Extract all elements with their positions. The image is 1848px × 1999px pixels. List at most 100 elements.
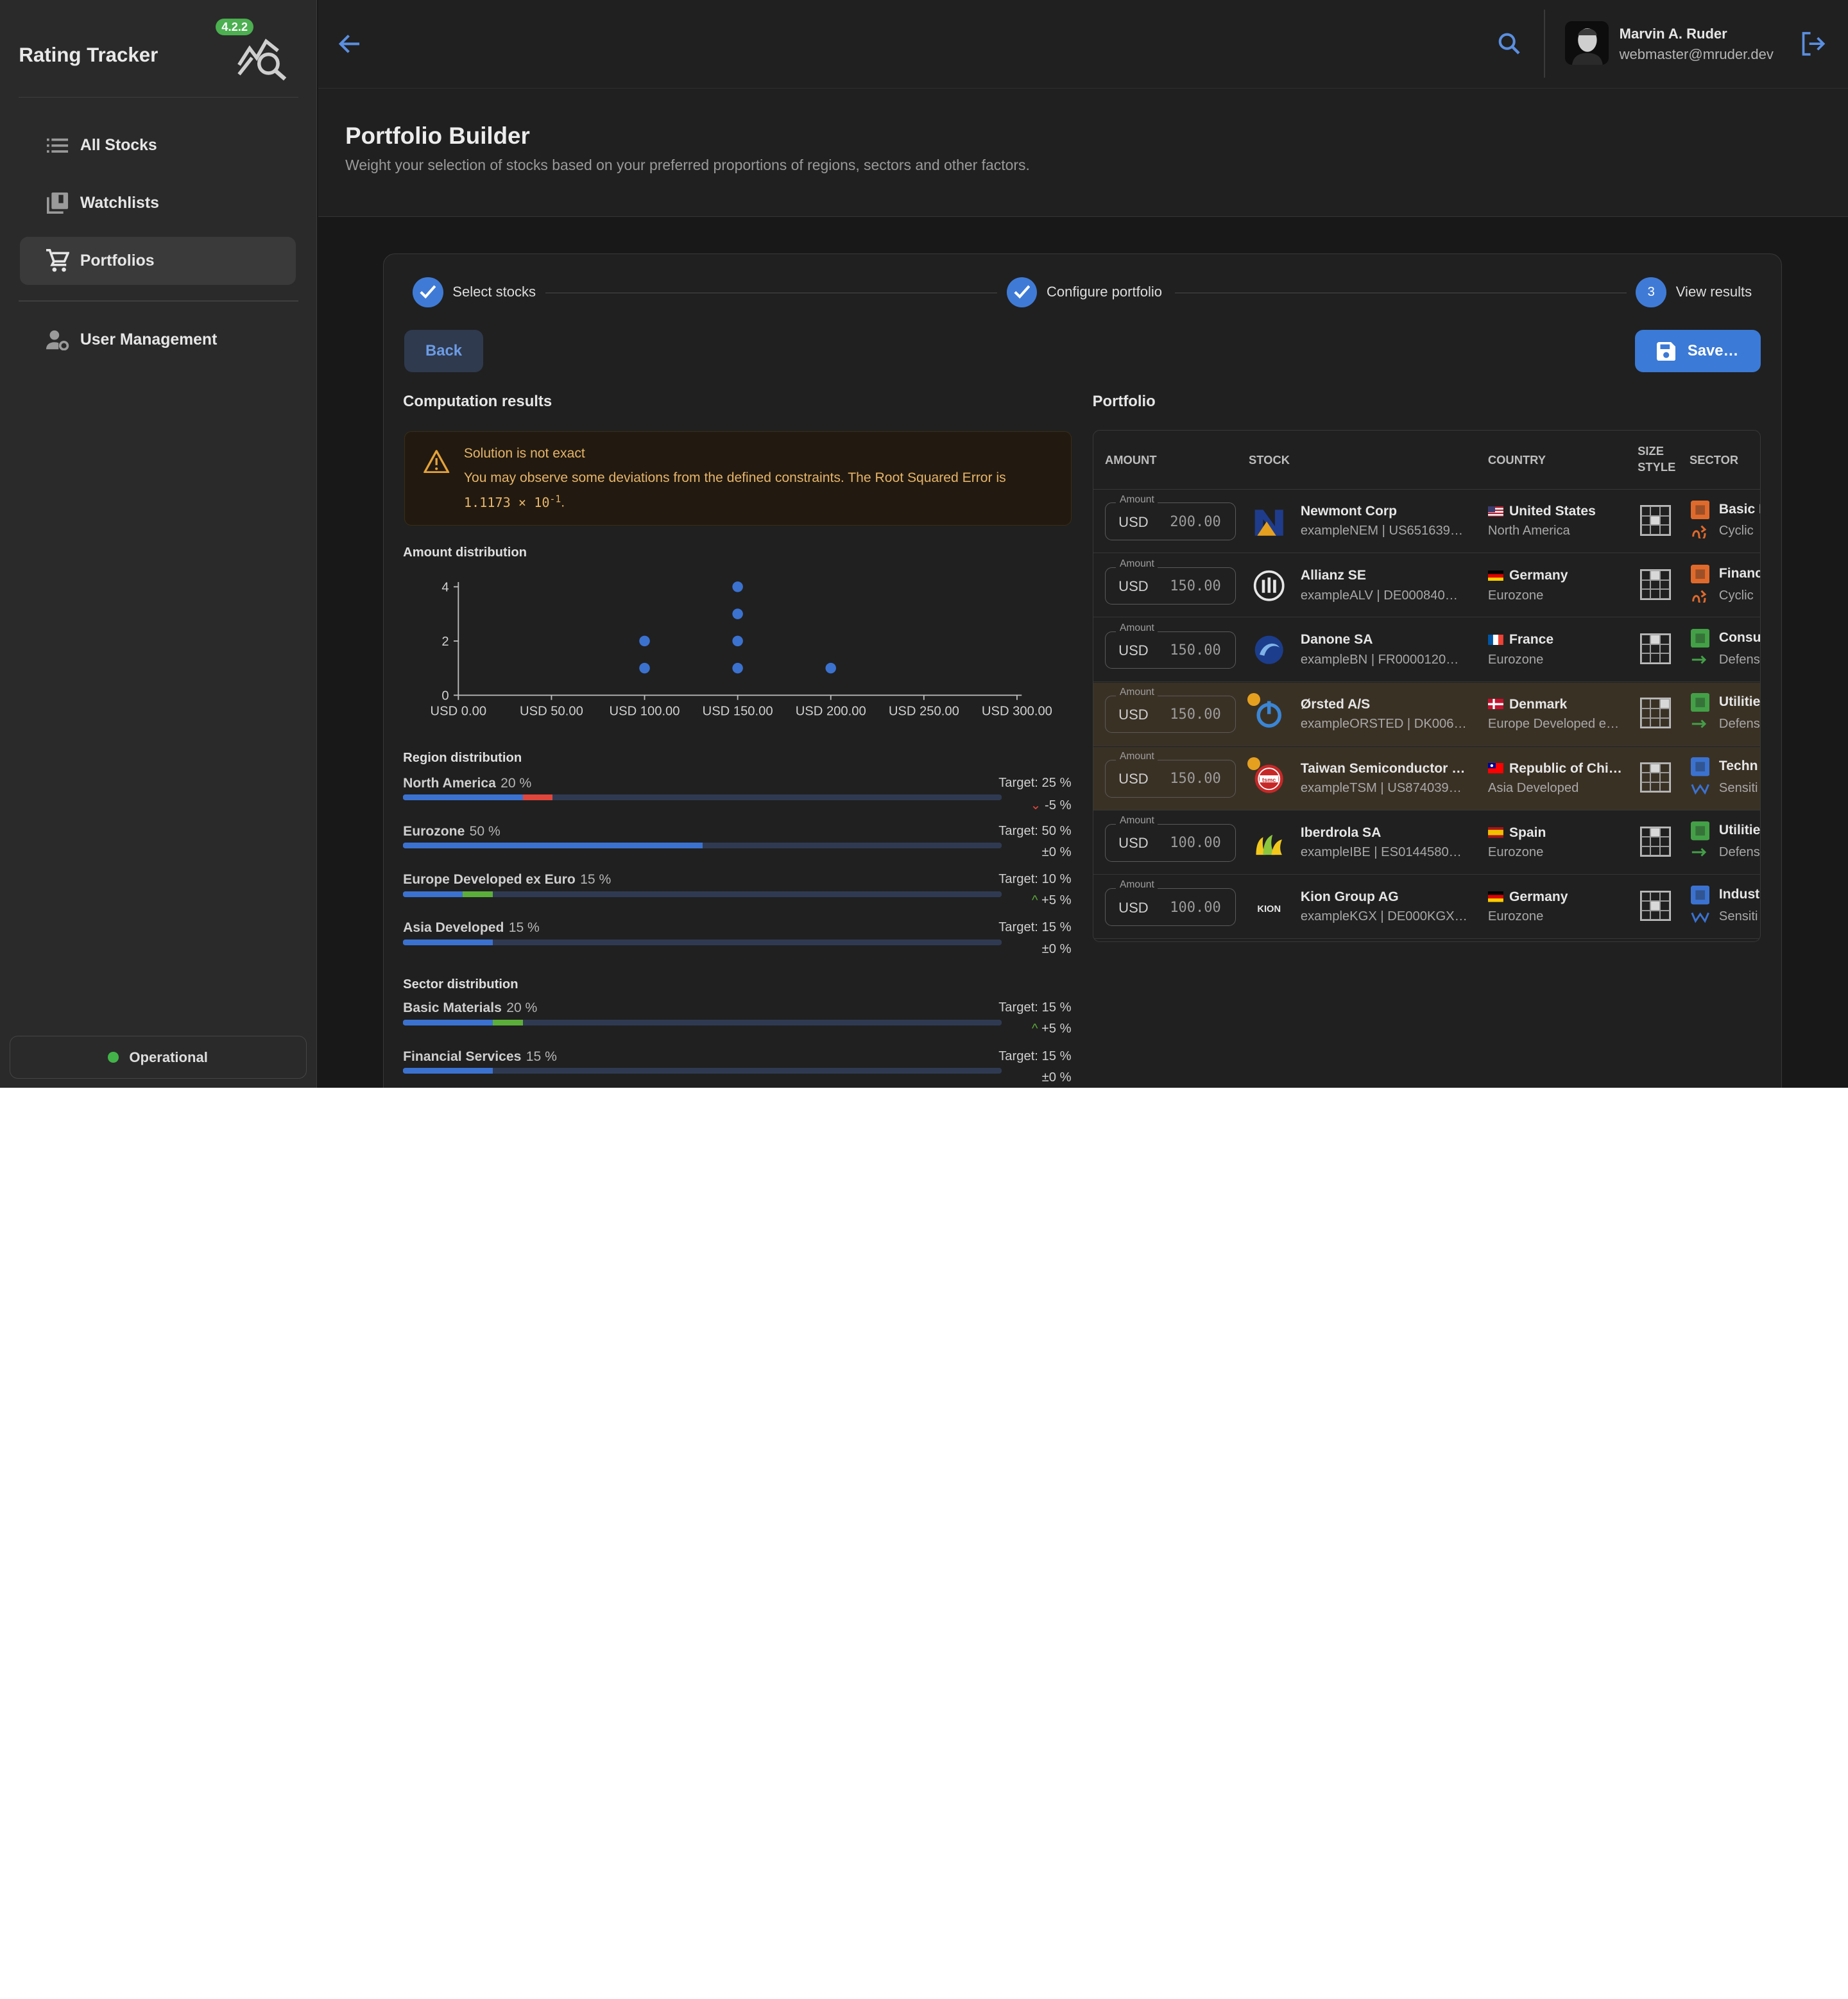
stock-name[interactable]: Newmont Corp <box>1301 504 1397 519</box>
distribution-name: Eurozone 50 % <box>403 824 501 839</box>
country-name: Republic of Chi… <box>1509 760 1622 776</box>
sector-icon <box>1690 564 1710 584</box>
sidebar-item-watchlists[interactable]: Watchlists <box>20 179 296 227</box>
stock-name[interactable]: Allianz SE <box>1301 568 1366 583</box>
status-indicator[interactable]: Operational <box>9 1036 307 1079</box>
app-title: Rating Tracker <box>19 43 158 66</box>
sidebar-item-portfolios[interactable]: Portfolios <box>20 237 296 286</box>
list-icon <box>46 133 70 157</box>
avatar[interactable] <box>1565 21 1609 65</box>
distribution-fill <box>403 843 703 849</box>
delta-value: ±0 % <box>1041 941 1072 956</box>
iberdrola-logo <box>1256 834 1282 855</box>
save-button[interactable]: Save… <box>1634 330 1761 373</box>
rse-value: 1.1173 × 10-1 <box>464 493 561 510</box>
table-row[interactable]: Amount USD 100.00 Iberdrola SA exampleIB… <box>1093 811 1761 875</box>
user-name: Marvin A. Ruder <box>1619 26 1727 42</box>
arrow-back-icon[interactable] <box>338 32 362 56</box>
sector-icon <box>1690 821 1710 841</box>
amount-value[interactable]: 100.00 <box>1170 900 1221 916</box>
table-row[interactable]: Amount USD 100.00 KION Kion Group AG exa… <box>1093 875 1761 939</box>
amount-input[interactable]: Amount USD 150.00 <box>1104 751 1236 798</box>
library-icon <box>46 191 70 215</box>
amount-input[interactable]: Amount USD 150.00 <box>1104 622 1236 669</box>
col-amount[interactable]: AMOUNT <box>1105 453 1157 467</box>
amount-input[interactable]: Amount USD 200.00 <box>1104 493 1236 541</box>
back-button[interactable]: Back <box>404 330 484 373</box>
super-sector: Defens <box>1718 845 1760 859</box>
table-row[interactable]: Amount USD 150.00 Ørsted A/S exampleORST… <box>1093 682 1761 746</box>
col-country[interactable]: COUNTRY <box>1488 453 1546 467</box>
col-style[interactable]: STYLE <box>1638 460 1675 474</box>
table-row[interactable]: Amount USD 150.00 Allianz SE exampleALV … <box>1093 554 1761 618</box>
amount-value[interactable]: 200.00 <box>1170 514 1221 530</box>
amount-value[interactable]: 150.00 <box>1170 771 1221 787</box>
deviation-bar <box>463 891 493 897</box>
status-dot-icon <box>108 1052 119 1063</box>
cyclical-icon <box>1692 590 1707 603</box>
amount-input[interactable]: Amount USD 100.00 <box>1104 815 1236 862</box>
rating-tracker-logo-icon <box>237 39 287 81</box>
sector-name: Utilitie <box>1718 823 1761 838</box>
logout-icon[interactable] <box>1800 31 1826 56</box>
table-row[interactable]: Amount USD 200.00 Newmont Corp exampleNE… <box>1093 490 1761 554</box>
stock-ticker-isin: exampleNEM | US651639… <box>1300 524 1464 538</box>
region-distribution-title: Region distribution <box>403 750 522 765</box>
distribution-target: Target: 50 % <box>998 823 1072 838</box>
amount-input[interactable]: Amount USD 100.00 <box>1104 879 1236 926</box>
distribution-delta: ^ +5 % <box>1032 1022 1072 1036</box>
danone-logo <box>1254 635 1283 665</box>
step-configure-portfolio: Configure portfolio <box>1006 277 1162 308</box>
distribution-target: Target: 25 % <box>998 775 1072 790</box>
orsted-logo <box>1256 701 1281 728</box>
sector-icon <box>1690 693 1710 712</box>
distribution-name: Europe Developed ex Euro 15 % <box>403 872 611 888</box>
chevron-up-icon: ^ <box>1031 893 1038 908</box>
distribution-delta: ±0 % <box>1042 1070 1072 1085</box>
col-stock[interactable]: STOCK <box>1249 453 1290 467</box>
stock-name[interactable]: Kion Group AG <box>1301 889 1399 905</box>
deviation-bar <box>493 1019 523 1025</box>
amount-value[interactable]: 150.00 <box>1170 642 1221 658</box>
stock-name[interactable]: Iberdrola SA <box>1301 825 1382 841</box>
portfolio-title: Portfolio <box>1092 392 1156 410</box>
amount-input[interactable]: Amount USD 150.00 <box>1104 558 1236 605</box>
delta-value: -5 % <box>1045 798 1072 812</box>
table-row[interactable]: Amount USD 150.00 tsmc Taiwan Semiconduc… <box>1093 746 1761 811</box>
stock-name[interactable]: Taiwan Semiconductor … <box>1301 761 1465 776</box>
divider <box>1544 9 1545 78</box>
divider <box>19 300 298 302</box>
amount-value[interactable]: 150.00 <box>1170 578 1221 594</box>
check-icon <box>412 277 443 308</box>
amount-label: Amount <box>1116 751 1158 763</box>
col-size[interactable]: SIZE <box>1638 444 1664 458</box>
y-tick-label: 2 <box>442 635 449 649</box>
style-box-icon <box>1639 826 1671 857</box>
country-name: United States <box>1509 504 1596 519</box>
defensive-icon <box>1691 719 1706 728</box>
distribution-target: Target: 15 % <box>998 1000 1072 1015</box>
country-name: Germany <box>1509 568 1568 583</box>
page-subtitle: Weight your selection of stocks based on… <box>345 157 1030 174</box>
amount-distribution-chart: USD 0.00 USD 50.00 USD 100.00 USD 150.00 USD… <box>431 581 1052 719</box>
region: Asia Developed <box>1487 780 1579 795</box>
country: Denmark <box>1487 697 1567 712</box>
amount-value[interactable]: 150.00 <box>1170 707 1221 723</box>
flag-us-icon <box>1487 506 1503 517</box>
amount-input[interactable]: Amount USD 150.00 <box>1104 687 1236 734</box>
country: United States <box>1487 504 1596 519</box>
flag-de-icon <box>1487 570 1503 581</box>
search-icon[interactable] <box>1498 32 1521 56</box>
data-point <box>732 581 744 592</box>
country-name: Spain <box>1509 825 1546 840</box>
step-number: 3 <box>1636 277 1667 308</box>
distribution-target: Target: 15 % <box>998 920 1072 935</box>
stock-name[interactable]: Danone SA <box>1301 632 1373 648</box>
sidebar-item-all-stocks[interactable]: All Stocks <box>20 121 296 169</box>
sidebar-item-user-management[interactable]: User Management <box>20 316 296 364</box>
stock-name[interactable]: Ørsted A/S <box>1301 697 1370 712</box>
col-sector[interactable]: SECTOR <box>1690 453 1738 467</box>
table-row[interactable]: Amount USD 150.00 Danone SA exampleBN | … <box>1093 618 1761 682</box>
amount-value[interactable]: 100.00 <box>1170 835 1221 851</box>
style-box-icon <box>1639 698 1671 729</box>
